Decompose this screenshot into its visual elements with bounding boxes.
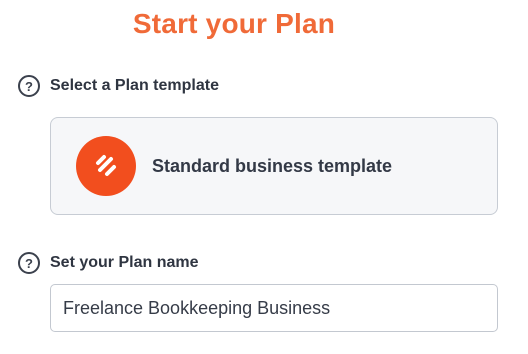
page-title: Start your Plan — [132, 8, 336, 39]
help-question-icon[interactable]: ? — [18, 252, 40, 274]
plan-name-input[interactable] — [50, 284, 498, 332]
brand-logo-icon — [76, 136, 136, 196]
template-option-card[interactable]: Standard business template — [50, 117, 498, 215]
template-name: Standard business template — [152, 155, 393, 176]
name-section-label: Set your Plan name — [50, 254, 199, 271]
template-section-header: ? Select a Plan template — [18, 75, 219, 97]
brand-logo-glyph — [96, 155, 116, 176]
name-section-header: ? Set your Plan name — [18, 252, 199, 274]
help-question-icon[interactable]: ? — [18, 75, 40, 97]
template-section-label: Select a Plan template — [50, 77, 219, 94]
